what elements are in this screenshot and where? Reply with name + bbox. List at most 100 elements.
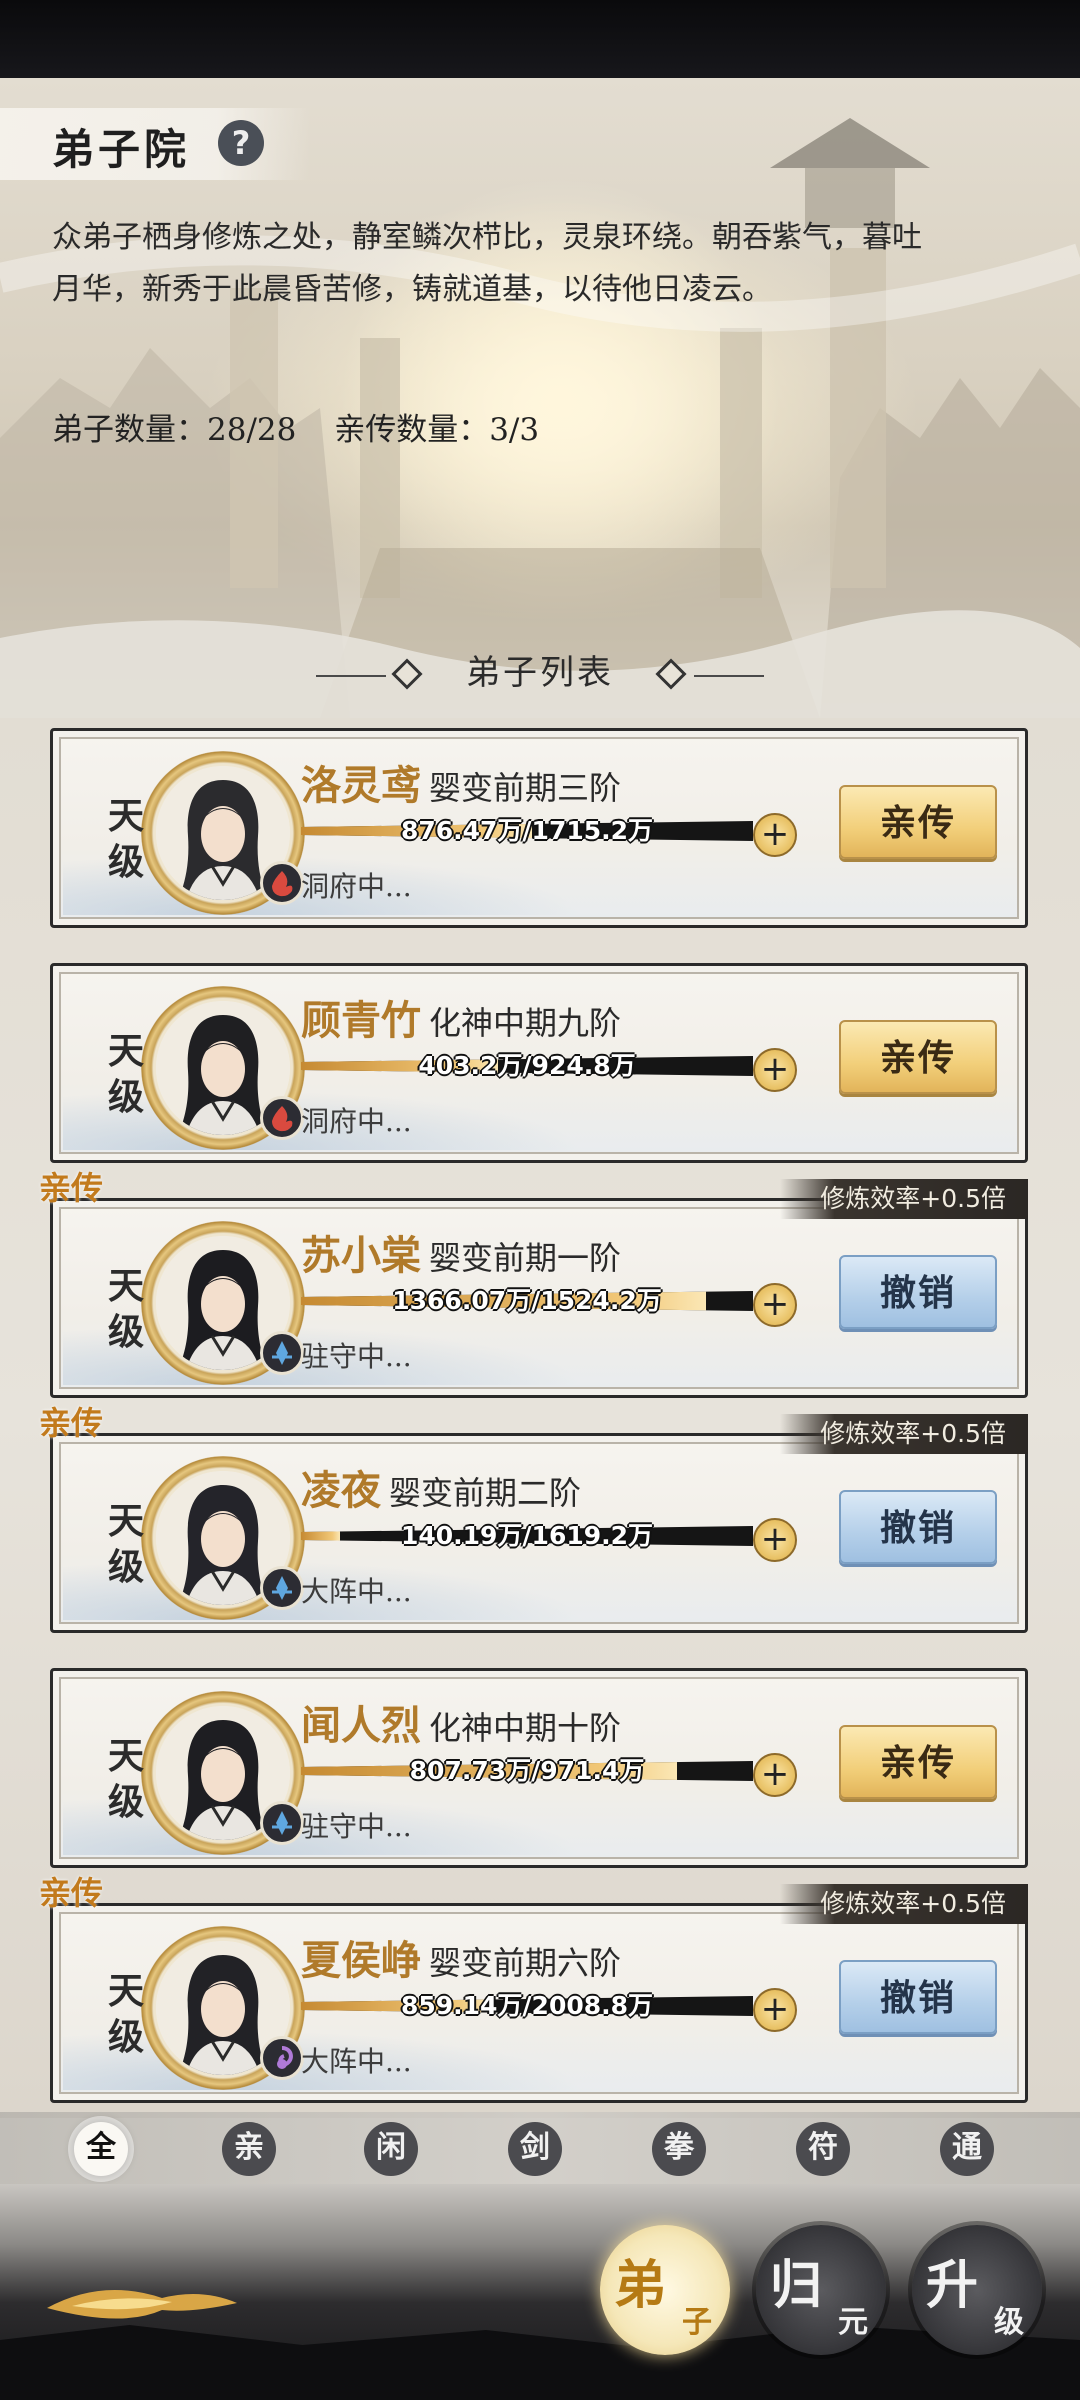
- disciple-realm: 婴变前期六阶: [429, 1944, 622, 1982]
- disciple-name: 洛灵鸢 婴变前期三阶: [301, 753, 621, 811]
- disciple-card[interactable]: 天级 顾青竹 化神中期九阶 403.2万/924.8万 + 洞府中... 亲传: [50, 963, 1028, 1163]
- bonus-label: 修炼效率+0.5倍: [780, 1884, 1028, 1924]
- nav-button[interactable]: 弟子: [600, 2225, 730, 2355]
- filter-button[interactable]: 符: [796, 2122, 850, 2176]
- disciple-realm: 婴变前期三阶: [429, 769, 622, 807]
- grade-bottom: 级: [107, 1076, 144, 1118]
- nav-button-sub: 子: [682, 2305, 712, 2340]
- progress-text: 140.19万/1619.2万: [400, 1521, 654, 1550]
- disciple-status: 洞府中...: [301, 1105, 412, 1138]
- filter-button[interactable]: 拳: [652, 2122, 706, 2176]
- grade-label: 天级: [101, 1968, 151, 2060]
- water-icon: [260, 1331, 304, 1375]
- revoke-button[interactable]: 撤销: [839, 1960, 997, 2034]
- top-status-bar: [0, 0, 1080, 78]
- disciple-status: 驻守中...: [301, 1810, 412, 1843]
- filter-button[interactable]: 剑: [508, 2122, 562, 2176]
- grade-label: 天级: [101, 793, 151, 885]
- appoint-direct-button[interactable]: 亲传: [839, 1020, 997, 1094]
- disciple-name: 闻人烈 化神中期十阶: [301, 1693, 621, 1751]
- list-title-ornament: 弟子列表: [316, 645, 764, 701]
- water-icon: [260, 1566, 304, 1610]
- bonus-label: 修炼效率+0.5倍: [780, 1414, 1028, 1454]
- grade-label: 天级: [101, 1733, 151, 1825]
- disciple-status: 驻守中...: [301, 1340, 412, 1373]
- direct-disciple-tag: 亲传: [39, 1169, 104, 1207]
- grade-top: 天: [107, 1735, 144, 1777]
- grade-top: 天: [107, 1265, 144, 1307]
- nav-button-main: 弟: [614, 2255, 667, 2316]
- water-icon: [260, 1801, 304, 1845]
- grade-top: 天: [107, 1030, 144, 1072]
- grade-bottom: 级: [107, 841, 144, 883]
- disciple-card[interactable]: 亲传 修炼效率+0.5倍天级 凌夜 婴变前期二阶 140.19万/1619.2万 + 大阵中…: [39, 1404, 1028, 1633]
- disciple-name-text: 苏小棠: [301, 1232, 421, 1279]
- fire-icon: [260, 861, 304, 905]
- disciple-count: 弟子数量：28/28: [52, 412, 297, 448]
- plus-icon[interactable]: +: [753, 813, 797, 857]
- grade-top: 天: [107, 1500, 144, 1542]
- nav-button[interactable]: 归元: [756, 2225, 886, 2355]
- disciple-card[interactable]: 亲传 修炼效率+0.5倍天级 夏侯峥 婴变前期六阶 859.14万/2008.8万 + 大阵…: [39, 1874, 1028, 2103]
- disciple-name-text: 顾青竹: [301, 997, 421, 1044]
- nav-button-sub: 元: [838, 2305, 868, 2340]
- disciple-card[interactable]: 亲传 修炼效率+0.5倍天级 苏小棠 婴变前期一阶 1366.07万/1524.2万 + 驻…: [39, 1169, 1028, 1398]
- appoint-direct-button[interactable]: 亲传: [839, 1725, 997, 1799]
- plus-icon[interactable]: +: [753, 1283, 797, 1327]
- disciple-card[interactable]: 天级 洛灵鸢 婴变前期三阶 876.47万/1715.2万 + 洞府中... 亲传: [50, 728, 1028, 928]
- grade-bottom: 级: [107, 1546, 144, 1588]
- wind-icon: [260, 2036, 304, 2080]
- direct-disciple-tag: 亲传: [39, 1404, 104, 1442]
- progress-text: 1366.07万/1524.2万: [392, 1286, 662, 1315]
- disciple-card[interactable]: 天级 闻人烈 化神中期十阶 807.73万/971.4万 + 驻守中... 亲传: [50, 1668, 1028, 1868]
- nav-button-sub: 级: [994, 2305, 1024, 2340]
- nav-button-main: 归: [770, 2255, 823, 2316]
- nav-button-main: 升: [926, 2255, 979, 2316]
- grade-bottom: 级: [107, 2016, 144, 2058]
- nav-button[interactable]: 升级: [912, 2225, 1042, 2355]
- list-title: 弟子列表: [466, 653, 614, 693]
- disciple-realm: 化神中期九阶: [429, 1004, 622, 1042]
- progress-text: 807.73万/971.4万: [409, 1756, 645, 1785]
- count-row: 弟子数量：28/28 亲传数量：3/3: [52, 404, 567, 449]
- disciple-name-text: 洛灵鸢: [301, 762, 421, 809]
- disciple-name: 凌夜 婴变前期二阶: [301, 1458, 581, 1516]
- golden-flame-icon: [47, 2290, 237, 2319]
- direct-disciple-count: 亲传数量：3/3: [334, 412, 540, 448]
- plus-icon[interactable]: +: [753, 1753, 797, 1797]
- grade-top: 天: [107, 795, 144, 837]
- grade-label: 天级: [101, 1028, 151, 1120]
- disciple-realm: 婴变前期一阶: [429, 1239, 622, 1277]
- plus-icon[interactable]: +: [753, 1518, 797, 1562]
- disciple-status: 大阵中...: [301, 1575, 412, 1608]
- grade-bottom: 级: [107, 1311, 144, 1353]
- plus-icon[interactable]: +: [753, 1048, 797, 1092]
- disciple-realm: 婴变前期二阶: [389, 1474, 582, 1512]
- grade-bottom: 级: [107, 1781, 144, 1823]
- grade-label: 天级: [101, 1263, 151, 1355]
- grade-label: 天级: [101, 1498, 151, 1590]
- revoke-button[interactable]: 撤销: [839, 1490, 997, 1564]
- disciple-name: 顾青竹 化神中期九阶: [301, 988, 621, 1046]
- filter-button[interactable]: 通: [940, 2122, 994, 2176]
- revoke-button[interactable]: 撤销: [839, 1255, 997, 1329]
- filter-button[interactable]: 闲: [364, 2122, 418, 2176]
- fire-icon: [260, 1096, 304, 1140]
- filter-button[interactable]: 亲: [222, 2122, 276, 2176]
- disciple-name-text: 凌夜: [301, 1467, 381, 1514]
- disciple-realm: 化神中期十阶: [429, 1709, 622, 1747]
- page-title: 弟子院: [52, 125, 191, 174]
- disciple-name: 苏小棠 婴变前期一阶: [301, 1223, 621, 1281]
- disciple-status: 大阵中...: [301, 2045, 412, 2078]
- ornament-line-right: [694, 675, 764, 677]
- appoint-direct-button[interactable]: 亲传: [839, 785, 997, 859]
- disciple-status: 洞府中...: [301, 870, 412, 903]
- question-icon[interactable]: ?: [218, 120, 264, 166]
- filter-button[interactable]: 全: [74, 2122, 128, 2176]
- plus-icon[interactable]: +: [753, 1988, 797, 2032]
- progress-text: 403.2万/924.8万: [418, 1051, 636, 1080]
- disciple-name-text: 闻人烈: [301, 1702, 421, 1749]
- progress-text: 859.14万/2008.8万: [400, 1991, 654, 2020]
- page-description: 众弟子栖身修炼之处，静室鳞次栉比，灵泉环绕。朝吞紫气，暮吐月华，新秀于此晨昏苦修…: [52, 220, 922, 307]
- direct-disciple-tag: 亲传: [39, 1874, 104, 1912]
